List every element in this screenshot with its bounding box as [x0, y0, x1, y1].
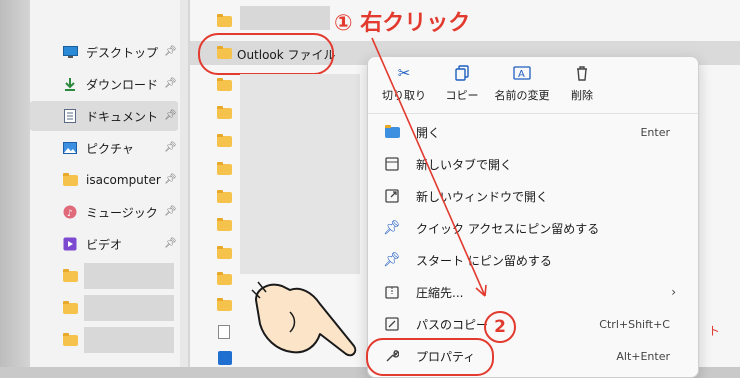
pin-icon: 📌︎ [383, 252, 401, 268]
folder-icon [62, 268, 78, 283]
sidebar-item-label: ダウンロード [86, 77, 159, 92]
folder-icon [217, 245, 232, 259]
menu-item-open-new-tab[interactable]: 新しいタブで開く [376, 149, 690, 179]
menu-item-label: 開く [416, 125, 441, 140]
folder-icon [217, 13, 232, 27]
blurred-names [240, 74, 360, 274]
folder-icon [217, 271, 232, 285]
pin-icon[interactable]: 📌︎ [164, 174, 177, 186]
menu-separator [368, 113, 698, 114]
download-icon [62, 77, 78, 91]
sidebar-item-label: ビデオ [86, 237, 123, 252]
document-icon [218, 324, 230, 343]
new-window-icon [382, 189, 402, 203]
pin-icon[interactable]: 📌︎ [164, 46, 177, 58]
menu-item-label: スタート にピン留めする [416, 253, 552, 268]
annotation-oval-2 [366, 338, 494, 376]
sidebar-item-downloads[interactable]: ダウンロード 📌︎ [30, 69, 178, 99]
blurred-label [84, 295, 174, 321]
folder-icon [62, 172, 78, 187]
svg-text:A: A [518, 69, 525, 80]
pin-icon[interactable]: 📌︎ [164, 110, 177, 122]
cut-label: 切り取り [382, 89, 426, 102]
menu-item-pin-start[interactable]: 📌︎ スタート にピン留めする [376, 245, 690, 275]
copy-label: コピー [445, 89, 479, 102]
svg-text:♪: ♪ [67, 209, 73, 219]
folder-icon [217, 77, 232, 91]
menu-item-open[interactable]: 開く Enter [376, 117, 690, 147]
zip-icon [382, 285, 402, 299]
annotation-step-1: ① 右クリック [334, 11, 471, 36]
delete-button[interactable]: 削除 [552, 63, 612, 103]
menu-item-pin-quick-access[interactable]: 📌︎ クイック アクセスにピン留めする [376, 213, 690, 243]
music-icon: ♪ [62, 205, 78, 219]
rename-label: 名前の変更 [494, 89, 550, 102]
scissors-icon: ✂ [397, 64, 411, 82]
open-icon [382, 124, 402, 138]
sidebar-item-label: デスクトップ [86, 45, 159, 60]
sidebar-item-videos[interactable]: ビデオ 📌︎ [30, 229, 178, 259]
menu-item-copy-path[interactable]: パスのコピー Ctrl+Shift+C [376, 309, 690, 339]
cut-button[interactable]: ✂ 切り取り [374, 63, 434, 103]
trash-icon [552, 63, 612, 83]
annotation-step-2: 2 [484, 311, 516, 343]
rename-icon: A [492, 63, 552, 83]
document-icon [62, 109, 78, 123]
blurred-name [240, 6, 330, 30]
background-fragment: ト [708, 324, 721, 338]
desktop-icon [62, 45, 78, 59]
copy-icon [432, 63, 492, 83]
pin-icon[interactable]: 📌︎ [164, 78, 177, 90]
menu-item-open-new-window[interactable]: 新しいウィンドウで開く [376, 181, 690, 211]
folder-icon [217, 161, 232, 175]
pin-icon[interactable]: 📌︎ [164, 142, 177, 154]
annotation-oval-1 [198, 33, 334, 75]
folder-icon [217, 297, 232, 311]
sidebar-item-music[interactable]: ♪ ミュージック 📌︎ [30, 197, 178, 227]
pin-icon[interactable]: 📌︎ [164, 206, 177, 218]
context-menu: ✂ 切り取り コピー A 名前の変更 削除 開く Enter 新しいタブで開く … [367, 56, 699, 378]
sidebar-item-label: isacomputer [86, 173, 161, 187]
chevron-right-icon: › [671, 285, 676, 299]
sidebar-item-pictures[interactable]: ピクチャ 📌︎ [30, 133, 178, 163]
sidebar-item-label: ミュージック [86, 205, 158, 220]
folder-icon [217, 133, 232, 147]
new-tab-icon [382, 157, 402, 171]
video-icon [62, 237, 78, 251]
copy-path-icon [382, 317, 402, 331]
menu-item-label: 新しいウィンドウで開く [416, 189, 549, 204]
pin-icon: 📌︎ [383, 220, 401, 236]
delete-label: 削除 [571, 89, 593, 102]
menu-item-label: パスのコピー [416, 317, 489, 332]
sidebar-item-documents[interactable]: ドキュメント 📌︎ [30, 101, 178, 131]
menu-item-shortcut: Ctrl+Shift+C [599, 317, 670, 331]
blurred-label [84, 327, 174, 353]
folder-icon [62, 332, 78, 347]
sidebar-item-label: ドキュメント [86, 109, 159, 124]
blurred-label [84, 263, 174, 289]
menu-item-label: 圧縮先... [416, 285, 464, 300]
sidebar-scrollbar[interactable] [180, 0, 188, 367]
sidebar-item-isacomputer[interactable]: isacomputer 📌︎ [30, 165, 178, 195]
menu-item-compress[interactable]: 圧縮先... › [376, 277, 690, 307]
folder-icon [217, 189, 232, 203]
pointing-hand-icon [251, 281, 357, 357]
rename-button[interactable]: A 名前の変更 [492, 63, 552, 103]
pin-icon[interactable]: 📌︎ [164, 238, 177, 250]
menu-item-shortcut: Enter [640, 125, 670, 139]
desktop-background [0, 0, 30, 367]
app-icon [218, 350, 232, 369]
sidebar-item-desktop[interactable]: デスクトップ 📌︎ [30, 37, 178, 67]
folder-icon [217, 105, 232, 119]
sidebar-item-label: ピクチャ [86, 141, 134, 156]
menu-item-label: クイック アクセスにピン留めする [416, 221, 600, 236]
menu-item-label: 新しいタブで開く [416, 157, 513, 172]
menu-item-shortcut: Alt+Enter [616, 349, 670, 363]
folder-icon [217, 217, 232, 231]
picture-icon [62, 141, 78, 155]
copy-button[interactable]: コピー [432, 63, 492, 103]
folder-icon [62, 300, 78, 315]
